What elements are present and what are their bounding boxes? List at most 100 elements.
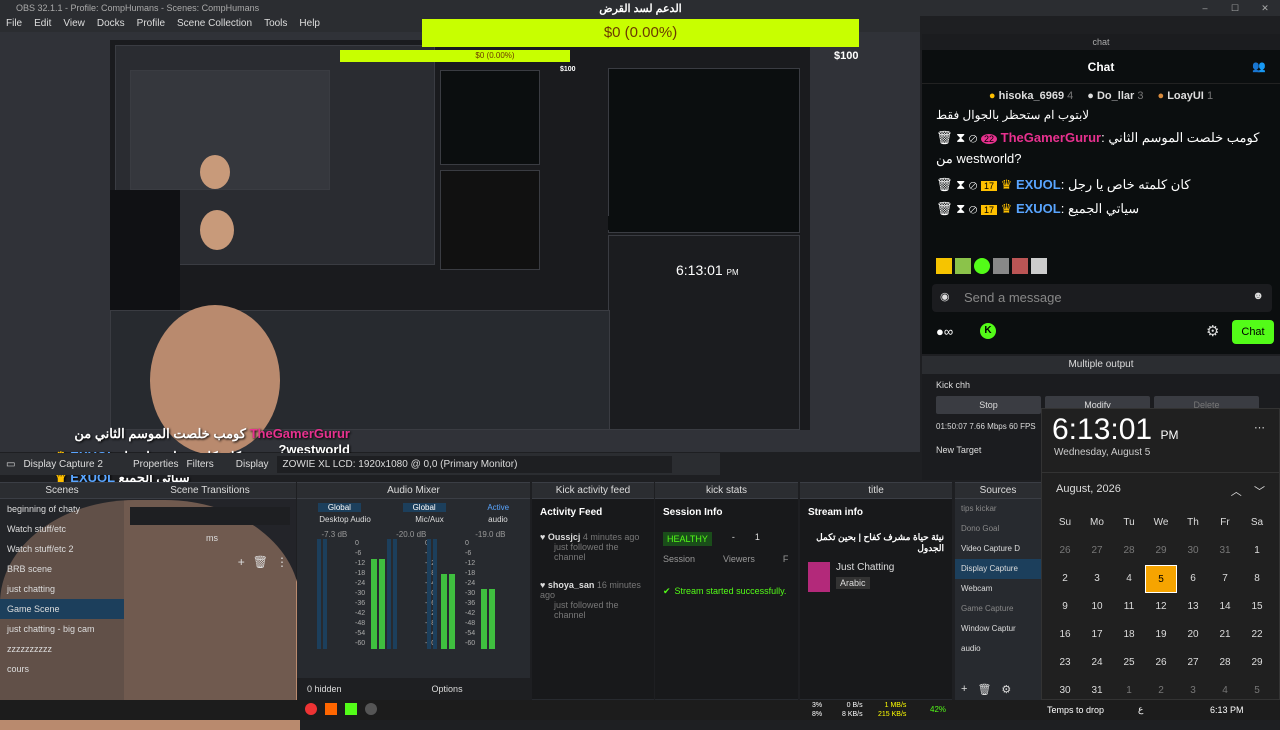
transition-duration[interactable]: ms	[130, 533, 290, 543]
minimize-icon[interactable]: –	[1190, 0, 1220, 16]
source-item[interactable]: Window Captur	[955, 619, 1041, 639]
calendar-day[interactable]: 27	[1081, 537, 1113, 565]
calendar-day[interactable]: 9	[1049, 593, 1081, 621]
menu-view[interactable]: View	[63, 16, 85, 32]
scene-item[interactable]: beginning of chaty	[0, 499, 124, 519]
calendar-day[interactable]: 23	[1049, 649, 1081, 677]
calendar-day[interactable]: 1	[1241, 537, 1273, 565]
calendar-day[interactable]: 16	[1049, 621, 1081, 649]
timeout-icon[interactable]: ⧗	[956, 177, 965, 192]
calendar-day[interactable]: 29	[1145, 537, 1177, 565]
chat-input[interactable]: Send a message	[932, 284, 1272, 312]
emote-icon[interactable]	[974, 258, 990, 274]
mixer-tab-global[interactable]: Global	[317, 503, 361, 512]
source-item[interactable]: audio	[955, 639, 1041, 659]
calendar-day[interactable]: 7	[1209, 565, 1241, 593]
calendar-day[interactable]: 11	[1113, 593, 1145, 621]
more-icon[interactable]: ⋯	[1254, 421, 1265, 434]
calendar-day[interactable]: 2	[1049, 565, 1081, 593]
source-item[interactable]: tips kickar	[955, 499, 1041, 519]
menu-tools[interactable]: Tools	[264, 16, 287, 32]
emote-icon[interactable]	[1012, 258, 1028, 274]
browser-icon[interactable]	[305, 703, 317, 715]
taskbar-clock[interactable]: 6:13 PM	[1210, 705, 1244, 715]
source-item[interactable]: Game Capture	[955, 599, 1041, 619]
calendar-day[interactable]: 15	[1241, 593, 1273, 621]
input-language[interactable]: ع	[1138, 704, 1143, 715]
calendar-day[interactable]: 28	[1209, 649, 1241, 677]
calendar-day[interactable]: 31	[1209, 537, 1241, 565]
scene-item[interactable]: Watch stuff/etc	[0, 519, 124, 539]
emoji-icon[interactable]: ☻	[1252, 290, 1264, 302]
calendar-day[interactable]: 3	[1081, 565, 1113, 593]
source-item[interactable]: Display Capture	[955, 559, 1041, 579]
scene-item[interactable]: just chatting	[0, 579, 124, 599]
trash-icon[interactable]: 🗑	[977, 683, 991, 696]
menu-docks[interactable]: Docks	[97, 16, 125, 32]
calendar-day[interactable]: 12	[1145, 593, 1177, 621]
scene-item[interactable]: Watch stuff/etc 2	[0, 539, 124, 559]
calendar-day[interactable]: 4	[1113, 565, 1145, 593]
trash-icon[interactable]: 🗑	[936, 177, 953, 192]
calendar-day[interactable]: 26	[1145, 649, 1177, 677]
chevron-down-icon[interactable]: ﹀	[1254, 486, 1265, 498]
stop-button[interactable]: Stop	[936, 396, 1041, 414]
more-icon[interactable]: ⋮	[276, 555, 288, 569]
source-item[interactable]: Webcam	[955, 579, 1041, 599]
calendar-day[interactable]: 8	[1241, 565, 1273, 593]
source-item[interactable]: Dono Goal	[955, 519, 1041, 539]
calendar-day[interactable]: 14	[1209, 593, 1241, 621]
close-icon[interactable]: ✕	[1250, 0, 1280, 16]
chat-username[interactable]: EXUOL	[1016, 177, 1061, 192]
calendar-day[interactable]: 28	[1113, 537, 1145, 565]
settings-icon[interactable]: ⚙	[1206, 322, 1219, 340]
scene-item[interactable]: cours	[0, 659, 124, 679]
menu-edit[interactable]: Edit	[34, 16, 51, 32]
add-icon[interactable]: +	[238, 555, 245, 569]
menu-file[interactable]: File	[6, 16, 22, 32]
chat-send-button[interactable]: Chat	[1232, 320, 1274, 344]
add-source-icon[interactable]: +	[961, 683, 967, 696]
calendar-day[interactable]: 30	[1177, 537, 1209, 565]
scene-item[interactable]: just chatting - big cam	[0, 619, 124, 639]
calendar-day[interactable]: 10	[1081, 593, 1113, 621]
mixer-tab-global-2[interactable]: Global	[402, 503, 446, 512]
ban-icon[interactable]: ⊘	[969, 201, 977, 216]
chat-username[interactable]: TheGamerGurur	[1001, 130, 1101, 145]
trash-icon[interactable]: 🗑	[936, 201, 953, 216]
calendar-day[interactable]: 18	[1113, 621, 1145, 649]
ban-icon[interactable]: ⊘	[969, 177, 977, 192]
calendar-day[interactable]: 24	[1081, 649, 1113, 677]
transition-select[interactable]	[130, 507, 290, 525]
calendar-month[interactable]: August, 2026	[1056, 483, 1121, 499]
trash-icon[interactable]: 🗑	[253, 555, 268, 569]
scene-item[interactable]: zzzzzzzzzz	[0, 639, 124, 659]
calendar-day[interactable]: 19	[1145, 621, 1177, 649]
calendar-day[interactable]: 27	[1177, 649, 1209, 677]
menu-scene-collection[interactable]: Scene Collection	[177, 16, 252, 32]
kick-app-icon[interactable]	[345, 703, 357, 715]
chat-username[interactable]: EXUOL	[1016, 201, 1061, 216]
calendar-day[interactable]: 20	[1177, 621, 1209, 649]
maximize-icon[interactable]: ☐	[1220, 0, 1250, 16]
users-icon[interactable]: 👥	[1252, 60, 1266, 73]
emote-icon[interactable]	[936, 258, 952, 274]
filters-button[interactable]: Filters	[187, 459, 214, 470]
gear-icon[interactable]: ⚙	[1001, 683, 1011, 696]
emote-icon[interactable]	[1031, 258, 1047, 274]
chat-mode-icon[interactable]: ●∞	[936, 324, 953, 339]
source-item[interactable]: Video Capture D	[955, 539, 1041, 559]
display-select[interactable]: ZOWIE XL LCD: 1920x1080 @ 0,0 (Primary M…	[276, 455, 672, 473]
calendar-day[interactable]: 6	[1177, 565, 1209, 593]
menu-profile[interactable]: Profile	[137, 16, 165, 32]
calendar-day[interactable]: 5	[1145, 565, 1177, 593]
scene-item[interactable]: Game Scene	[0, 599, 124, 619]
calendar-day[interactable]: 22	[1241, 621, 1273, 649]
calendar-day[interactable]: 21	[1209, 621, 1241, 649]
timeout-icon[interactable]: ⧗	[956, 130, 965, 145]
clock-date[interactable]: Wednesday, August 5	[1042, 447, 1279, 458]
emote-icon[interactable]	[993, 258, 1009, 274]
chevron-up-icon[interactable]: ︿	[1231, 486, 1242, 498]
obs-icon[interactable]	[365, 703, 377, 715]
calendar-day[interactable]: 17	[1081, 621, 1113, 649]
